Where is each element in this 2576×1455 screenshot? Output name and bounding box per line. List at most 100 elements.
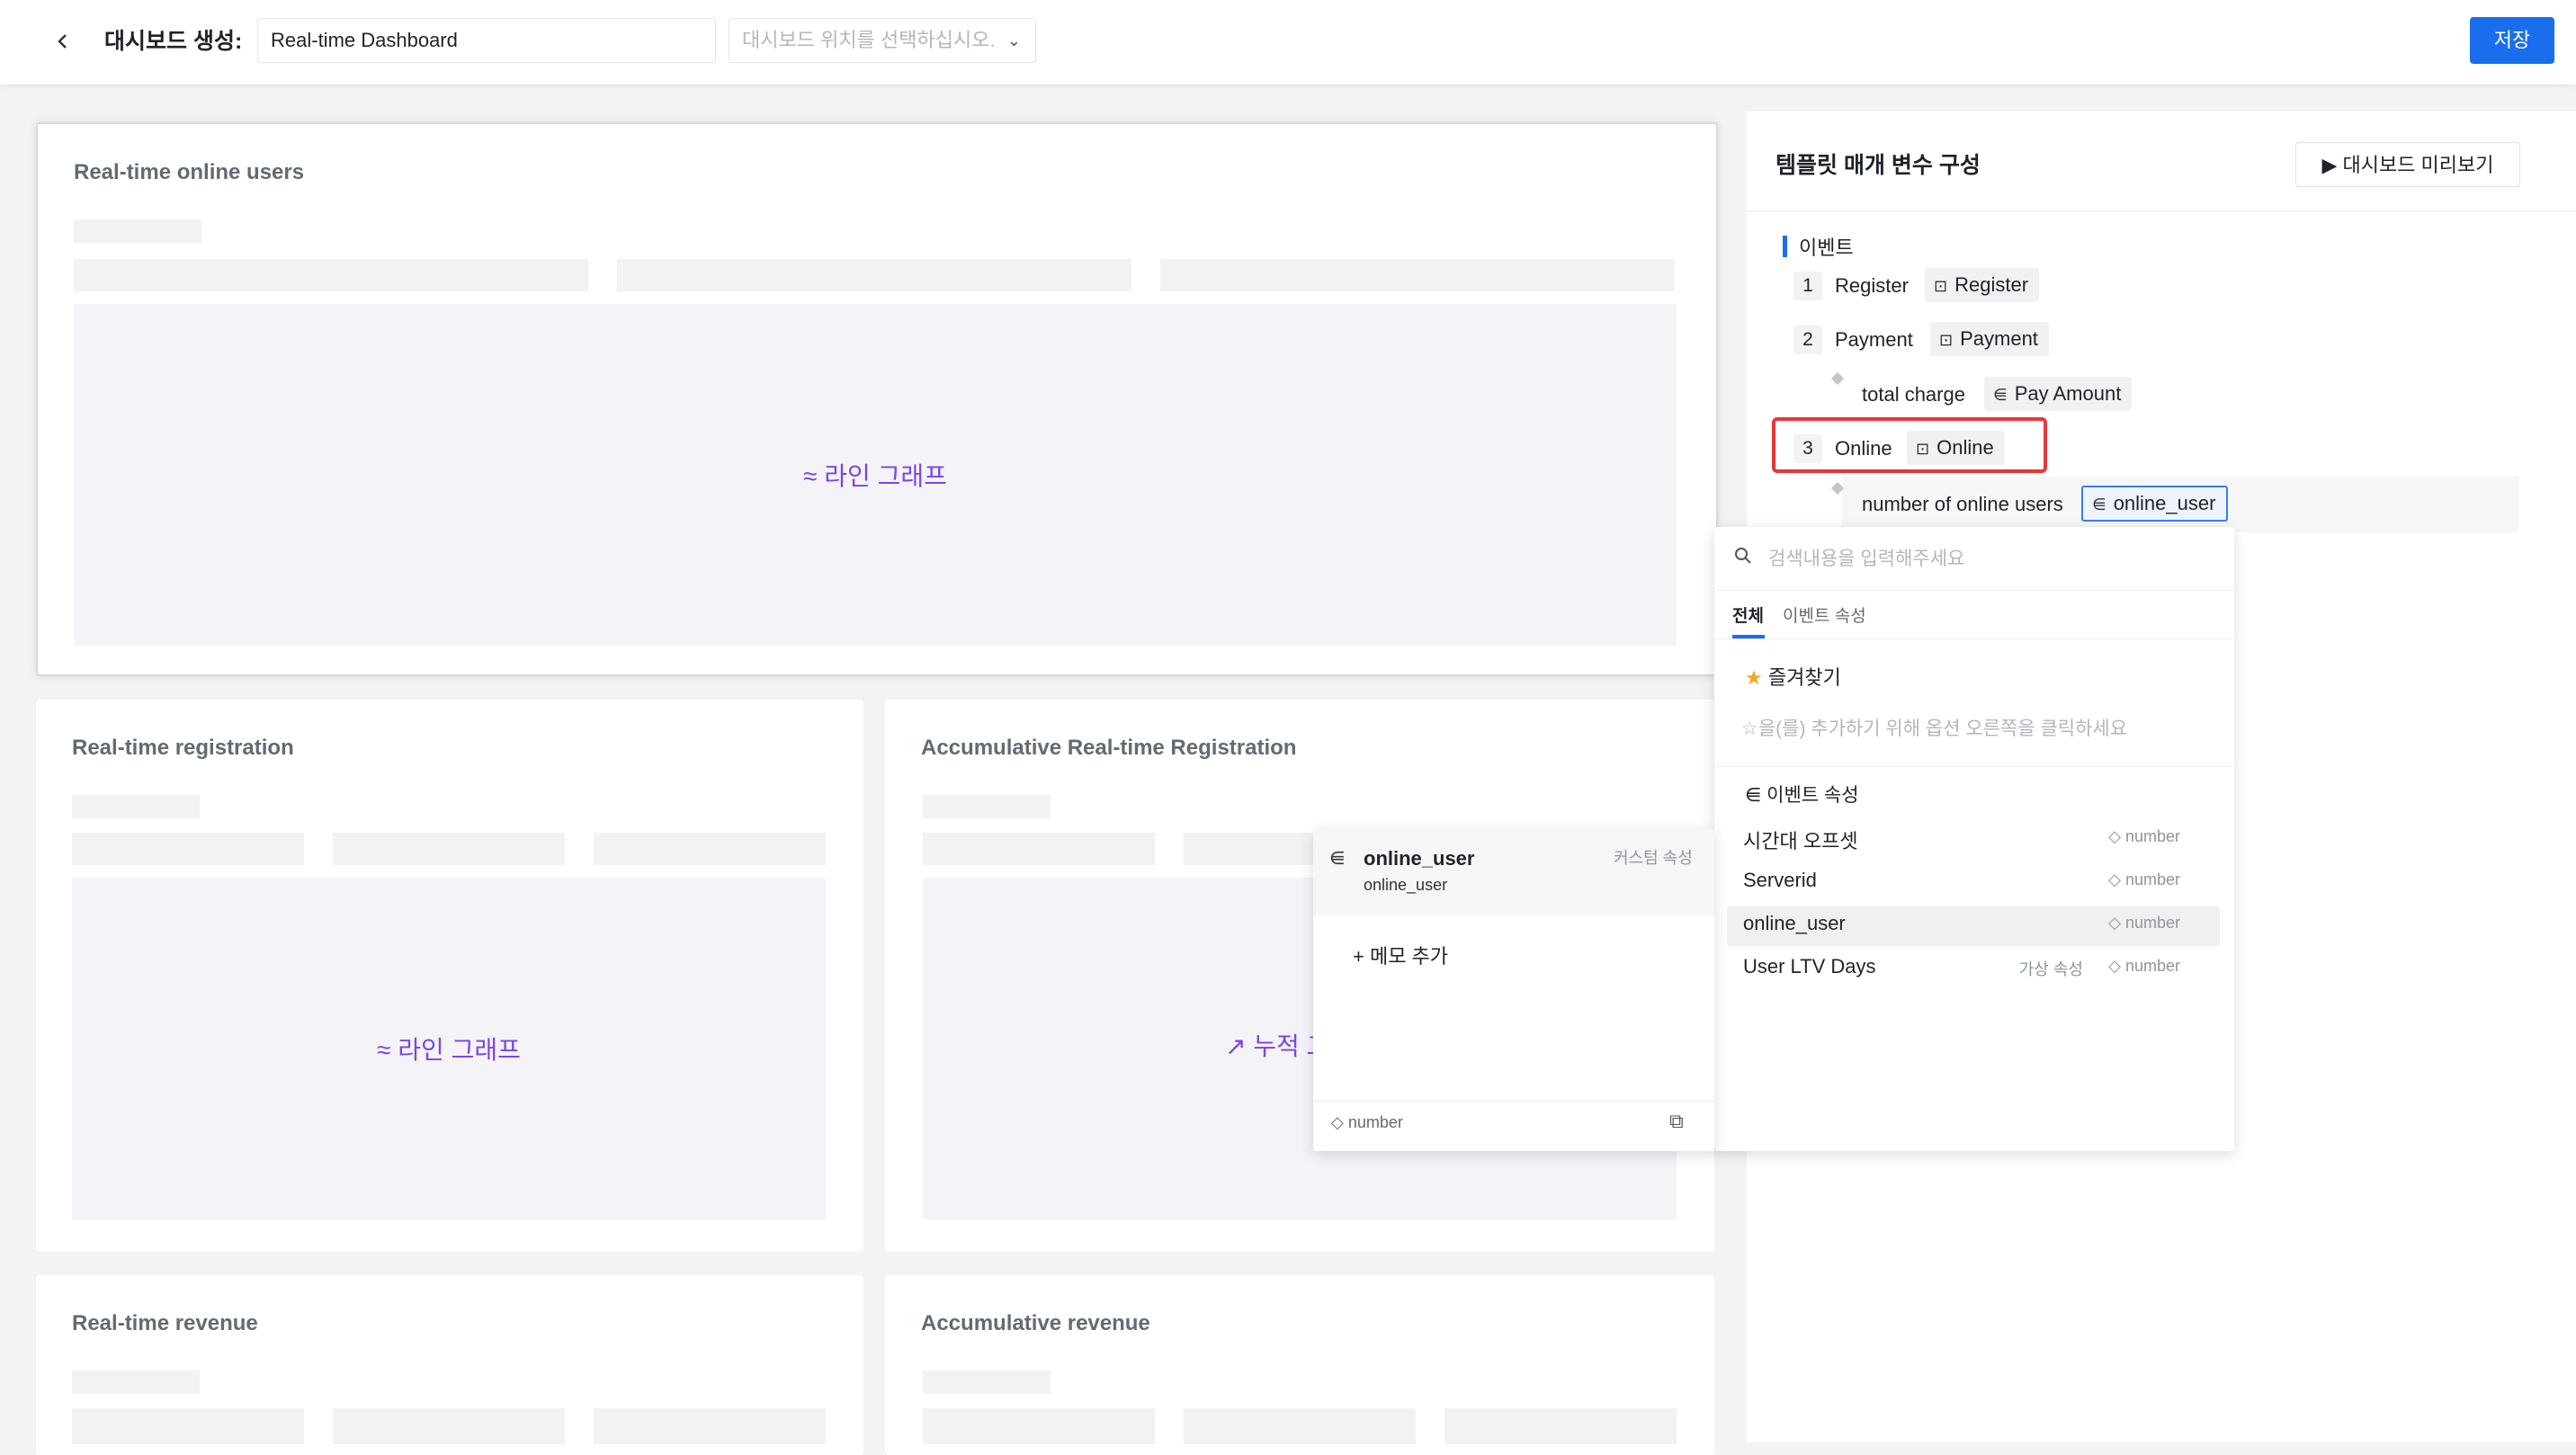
skeleton-bar [923,1408,1155,1444]
event-property-icon: ⋹ [1745,785,1767,806]
page-title-label: 대시보드 생성: [104,29,243,54]
detail-name: online_user [1364,847,1475,870]
event-icon: ⊡ [1916,440,1930,458]
skeleton-bar [333,833,565,865]
event-icon: ⊡ [1934,277,1948,295]
plus-icon: + [1353,945,1370,968]
chevron-left-icon[interactable] [45,23,81,59]
card-title: Real-time revenue [72,1311,258,1335]
event-index: 2 [1793,326,1822,354]
property-name: total charge [1862,383,1965,406]
event-index: 1 [1793,272,1822,300]
area-chart-icon: ↗ [1225,1032,1254,1060]
detail-type: ◇ number [1331,1113,1403,1131]
option-name: online_user [1743,912,1846,934]
divider [1747,210,2576,211]
option-type: ◇ number [2108,914,2180,932]
dashboard-card-revenue[interactable]: Real-time revenue [36,1275,863,1455]
dashboard-location-select[interactable]: 대시보드 위치를 선택하십시오. ⌄ [729,18,1036,63]
line-chart-label: ≈ 라인 그래프 [377,1036,521,1064]
tab-event-properties[interactable]: 이벤트 속성 [1783,603,1866,627]
line-chart-icon: ≈ [803,462,825,490]
skeleton-bar [333,1408,565,1444]
event-property-icon: ⋹ [2092,495,2106,513]
line-chart-icon: ≈ [377,1036,398,1064]
panel-title: 템플릿 매개 변수 구성 [1775,153,1981,178]
tab-all[interactable]: 전체 [1732,603,1764,627]
property-name: number of online users [1862,493,2063,515]
section-label-events: 이벤트 [1799,237,1854,259]
dashboard-card-registration[interactable]: Real-time registration ≈ 라인 그래프 [36,700,863,1252]
skeleton-bar [74,219,201,243]
star-icon: ★ [1745,666,1768,689]
event-icon: ⊡ [1939,331,1954,349]
skeleton-bar [1445,1408,1677,1444]
property-detail-popup: ⋹ online_user online_user 커스텀 속성 + 메모 추가… [1313,829,1714,1151]
skeleton-bar [1184,1408,1416,1444]
type-icon: ◇ [1331,1113,1348,1131]
skeleton-bar [617,259,1131,291]
type-icon: ◇ [2108,827,2125,845]
event-value-tag[interactable]: ⊡ Online [1907,431,2005,465]
event-name: Payment [1835,328,1913,351]
option-item[interactable]: 시간대 오프셋 ◇ number [1727,820,2220,860]
option-type: ◇ number [2108,870,2180,888]
custom-property-badge: 커스텀 속성 [1614,849,1693,867]
event-name: Online [1835,437,1892,460]
card-title: Accumulative revenue [921,1311,1150,1335]
dashboard-preview-button[interactable]: ▶ 대시보드 미리보기 [2295,142,2520,187]
option-name: User LTV Days [1743,955,1876,977]
add-memo-button[interactable]: + 메모 추가 [1353,941,1448,969]
type-icon: ◇ [2108,870,2125,888]
group-header-event-properties: ⋹ 이벤트 속성 [1745,785,1859,806]
skeleton-bar [1160,259,1675,291]
divider [1714,766,2234,767]
skeleton-bar [923,795,1051,818]
dashboard-name-input[interactable]: Real-time Dashboard [257,18,716,63]
card-title: Real-time registration [72,736,294,760]
skeleton-bar [72,1408,304,1444]
option-item[interactable]: Serverid ◇ number [1727,863,2220,903]
skeleton-bar [72,833,304,865]
detail-header [1313,829,1714,915]
option-type: ◇ number [2108,957,2180,975]
line-chart-label: ≈ 라인 그래프 [803,462,947,490]
divider [1313,1101,1714,1102]
skeleton-bar [74,259,588,291]
event-value-tag[interactable]: ⊡ Register [1925,268,2040,302]
property-value-tag-active[interactable]: ⋹ online_user [2081,486,2229,522]
save-button[interactable]: 저장 [2470,17,2554,64]
event-property-icon: ⋹ [1329,849,1346,869]
option-item[interactable]: User LTV Days 가상 속성 ◇ number [1727,950,2220,989]
event-name: Register [1835,274,1909,297]
search-input[interactable] [1767,543,2202,576]
skeleton-bar [72,795,200,818]
external-link-icon[interactable]: ⧉ [1669,1110,1684,1133]
dashboard-card-accumulative-revenue[interactable]: Accumulative revenue [885,1275,1714,1455]
type-icon: ◇ [2108,914,2125,932]
favorites-header: ★ 즐겨찾기 [1745,666,1841,689]
card-title: Accumulative Real-time Registration [921,736,1297,760]
top-header: 대시보드 생성: Real-time Dashboard 대시보드 위치를 선택… [0,0,2576,85]
play-icon: ▶ [2321,154,2343,176]
skeleton-bar [72,1370,200,1394]
option-item-selected[interactable]: online_user ◇ number [1727,906,2220,946]
event-value-tag[interactable]: ⊡ Payment [1930,322,2049,356]
chart-placeholder: ≈ 라인 그래프 [74,304,1677,646]
property-dropdown: 전체 이벤트 속성 ★ 즐겨찾기 ☆을(를) 추가하기 위해 옵션 오른쪽을 클… [1714,527,2234,1151]
option-name: Serverid [1743,869,1817,891]
event-index: 3 [1793,434,1822,463]
chevron-down-icon: ⌄ [1006,31,1021,49]
dashboard-card-online-users[interactable]: Real-time online users ≈ 라인 그래프 [36,122,1718,676]
skeleton-bar [594,1408,826,1444]
skeleton-bar [923,1370,1051,1394]
detail-subtitle: online_user [1364,876,1448,894]
option-name: 시간대 오프셋 [1743,830,1858,852]
chart-placeholder: ≈ 라인 그래프 [72,878,826,1219]
virtual-property-label: 가상 속성 [2018,960,2083,978]
search-icon [1734,547,1752,570]
card-title: Real-time online users [74,160,305,184]
property-value-tag[interactable]: ⋹ Pay Amount [1984,377,2133,411]
skeleton-bar [594,833,826,865]
skeleton-bar [923,833,1155,865]
